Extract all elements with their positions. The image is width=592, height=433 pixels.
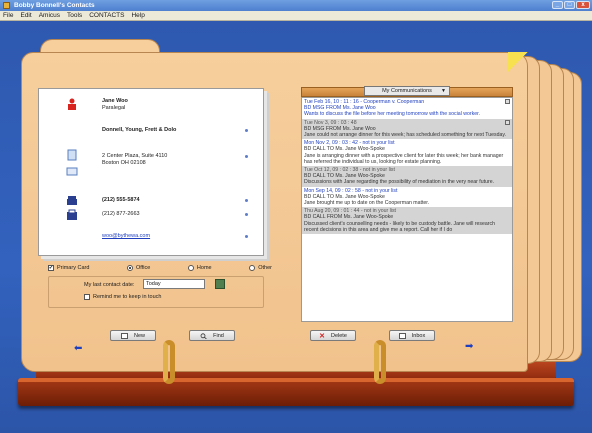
comm-entry[interactable]: Thu Aug 20, 09 : 01 : 44 - not in your l… xyxy=(302,207,512,235)
rolodex-base xyxy=(18,378,574,406)
other-option[interactable]: Other xyxy=(249,265,272,271)
delete-button[interactable]: ✕ Delete xyxy=(310,330,356,341)
phone-primary: (212) 555-5874 xyxy=(102,197,140,203)
business-card: Jane Woo Paralegal Donnell, Young, Frett… xyxy=(38,88,264,256)
previous-card-arrow-icon[interactable]: ⬅ xyxy=(74,343,82,354)
new-button[interactable]: New xyxy=(110,330,156,341)
window-controls: _ □ x xyxy=(552,1,590,9)
entry-marker-icon xyxy=(505,119,510,125)
window-title: Bobby Bonnell's Contacts xyxy=(14,2,95,9)
comm-entry[interactable]: Tue Nov 3, 09 : 03 : 48 BD MSG FROM Ms. … xyxy=(302,118,512,140)
card-type-options: ✔ Primary Card Office Home Other xyxy=(48,263,272,273)
phone2-bullet-icon[interactable] xyxy=(245,213,248,216)
comm-entry[interactable]: Mon Sep 14, 09 : 02 : 58 - not in your l… xyxy=(302,187,512,208)
contact-title: Paralegal xyxy=(102,105,126,111)
office-radio[interactable] xyxy=(127,265,134,271)
email-bullet-icon[interactable] xyxy=(245,235,248,238)
calendar-icon[interactable] xyxy=(215,279,225,289)
inbox-button[interactable]: Inbox xyxy=(389,330,435,341)
menu-tools[interactable]: Tools xyxy=(67,12,82,19)
window-titlebar: Bobby Bonnell's Contacts _ □ x xyxy=(0,0,592,11)
menu-amicus[interactable]: Amicus xyxy=(39,12,60,19)
phone-bullet-icon[interactable] xyxy=(245,199,248,202)
comm-entry[interactable]: Tue Oct 12, 09 : 02 : 38 - not in your l… xyxy=(302,166,512,187)
entry-marker-icon xyxy=(505,99,510,104)
close-button[interactable]: x xyxy=(576,1,590,9)
phone-icon xyxy=(67,196,77,205)
comm-entry[interactable]: Tue Feb 16, 10 : 11 : 16 - Cooperman v. … xyxy=(302,98,512,119)
contact-name: Jane Woo xyxy=(102,98,128,104)
inbox-icon xyxy=(398,332,406,339)
comm-entry[interactable]: Mon Nov 2, 09 : 03 : 42 - not in your li… xyxy=(302,139,512,166)
last-contact-label: My last contact date: xyxy=(84,282,135,288)
delete-x-icon: ✕ xyxy=(319,332,325,340)
maximize-button[interactable]: □ xyxy=(564,1,575,9)
remind-option[interactable]: Remind me to keep in touch xyxy=(84,294,161,300)
primary-card-checkbox[interactable]: ✔ xyxy=(48,265,54,271)
new-card-icon xyxy=(121,332,128,339)
remind-checkbox[interactable] xyxy=(84,294,90,300)
address-line-2: Boston OH 02108 xyxy=(102,160,146,166)
page-corner-fold[interactable] xyxy=(508,52,528,72)
company-bullet-icon[interactable] xyxy=(245,129,248,132)
menu-bar: File Edit Amicus Tools CONTACTS Help xyxy=(0,11,592,21)
menu-help[interactable]: Help xyxy=(131,12,144,19)
last-contact-input[interactable]: Today xyxy=(143,279,205,289)
remind-label: Remind me to keep in touch xyxy=(93,294,162,300)
search-icon xyxy=(200,332,207,339)
communications-list[interactable]: Tue Feb 16, 10 : 11 : 16 - Cooperman v. … xyxy=(301,97,513,322)
minimize-button[interactable]: _ xyxy=(552,1,563,9)
menu-edit[interactable]: Edit xyxy=(20,12,31,19)
find-button[interactable]: Find xyxy=(189,330,235,341)
binder-ring-left xyxy=(163,340,175,384)
menu-file[interactable]: File xyxy=(3,12,13,19)
phone-secondary: (212) 877-2663 xyxy=(102,211,140,217)
contact-company: Donnell, Young, Frett & Dolo xyxy=(102,127,177,133)
person-icon xyxy=(68,98,76,110)
other-radio[interactable] xyxy=(249,265,256,271)
address-bullet-icon[interactable] xyxy=(245,155,248,158)
document-icon xyxy=(67,149,77,161)
envelope-icon xyxy=(66,167,78,176)
primary-card-option[interactable]: ✔ Primary Card xyxy=(48,265,89,271)
binder-ring-right xyxy=(374,340,386,384)
fax-icon xyxy=(67,209,77,220)
home-option[interactable]: Home xyxy=(187,265,212,271)
communications-dropdown[interactable]: My Communications xyxy=(364,86,450,96)
contact-email-link[interactable]: woo@bythewa.com xyxy=(102,233,150,240)
menu-contacts[interactable]: CONTACTS xyxy=(89,12,124,19)
app-icon xyxy=(3,2,10,9)
home-radio[interactable] xyxy=(187,265,194,271)
next-card-arrow-icon[interactable]: ➡ xyxy=(465,341,473,352)
address-line-1: 2 Center Plaza, Suite 4110 xyxy=(102,153,168,159)
office-option[interactable]: Office xyxy=(127,265,150,271)
